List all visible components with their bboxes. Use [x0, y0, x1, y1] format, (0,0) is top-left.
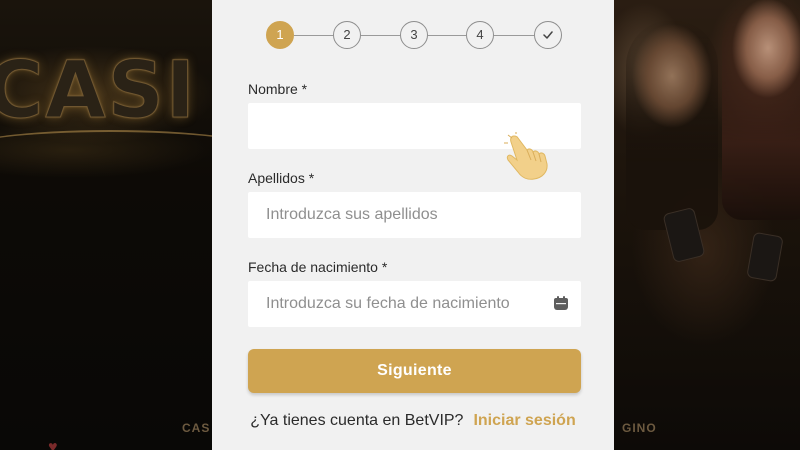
check-icon — [543, 31, 553, 39]
background-heart-icon: ♥ — [48, 439, 58, 450]
login-prompt-text: ¿Ya tienes cuenta en BetVIP? — [250, 412, 464, 429]
stepper-connector — [294, 35, 333, 36]
step-2: 2 — [333, 21, 361, 49]
stepper-connector — [361, 35, 400, 36]
fecha-nacimiento-field-wrapper — [248, 281, 581, 327]
background-person-right — [722, 0, 800, 220]
login-prompt-row: ¿Ya tienes cuenta en BetVIP? Iniciar sesi… — [212, 412, 614, 430]
fecha-nacimiento-label: Fecha de nacimiento * — [248, 259, 388, 275]
stepper-connector — [428, 35, 466, 36]
background-person-left — [626, 20, 718, 230]
registration-stepper: 1 2 3 4 — [266, 21, 562, 49]
apellidos-input[interactable] — [248, 192, 581, 238]
pointer-hand-icon — [504, 132, 548, 180]
nombre-label: Nombre * — [248, 81, 308, 97]
registration-panel: 1 2 3 4 Nombre * Apellidos * Fecha de na… — [212, 0, 614, 450]
apellidos-label: Apellidos * — [248, 170, 315, 186]
stepper-connector — [494, 35, 534, 36]
apellidos-field-wrapper — [248, 192, 581, 238]
step-4: 4 — [466, 21, 494, 49]
background-footer-text-left: CAS — [182, 421, 211, 435]
siguiente-button[interactable]: Siguiente — [248, 349, 581, 393]
step-1: 1 — [266, 21, 294, 49]
step-complete — [534, 21, 562, 49]
background-casino-sign: CASI — [0, 46, 197, 137]
fecha-nacimiento-input[interactable] — [248, 281, 581, 327]
step-3: 3 — [400, 21, 428, 49]
background-footer-text-right: GINO — [622, 421, 657, 435]
calendar-icon[interactable] — [553, 295, 569, 311]
iniciar-sesion-link[interactable]: Iniciar sesión — [473, 412, 575, 429]
